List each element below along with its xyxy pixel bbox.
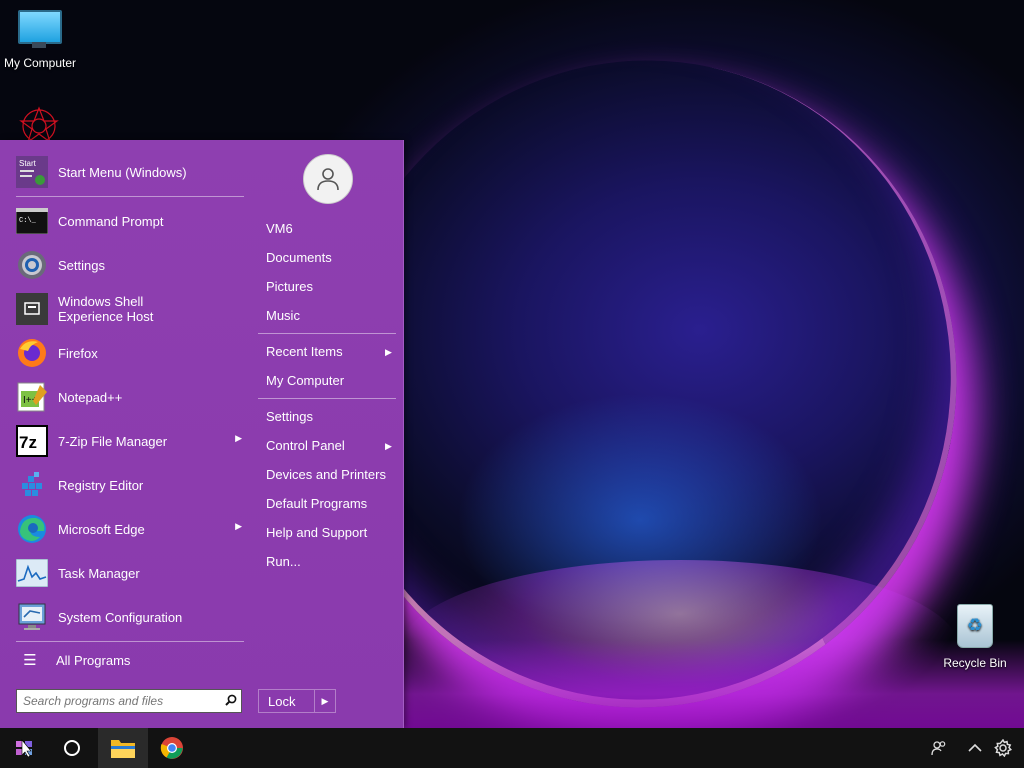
chrome-icon [160,737,183,759]
program-system-configuration[interactable]: System Configuration [8,595,244,639]
lock-options-arrow-icon[interactable]: ▶ [314,690,335,712]
program-label: Notepad++ [58,389,123,405]
registry-editor-icon [16,469,48,501]
people-icon[interactable] [924,728,954,768]
submenu-arrow-icon: ▶ [235,433,242,443]
lock-label: Lock [268,693,296,709]
cortana-circle-icon [64,740,80,756]
file-explorer-button[interactable] [98,728,148,768]
menu-item-music[interactable]: Music [266,308,300,323]
firefox-icon [16,337,48,369]
menu-item-documents[interactable]: Documents [266,250,332,265]
program-label: Firefox [58,345,98,361]
program-microsoft-edge[interactable]: Microsoft Edge ▶ [8,507,244,551]
recycle-bin-icon: ♻ [957,604,993,648]
my-computer-icon [18,10,62,48]
start-menu-programs: Start Start Menu (Windows) C:\_ Command … [8,150,244,676]
svg-text:C:\_: C:\_ [19,217,37,225]
lock-button[interactable]: Lock ▶ [258,689,336,713]
program-command-prompt[interactable]: C:\_ Command Prompt [8,199,244,243]
menu-item-help-support[interactable]: Help and Support [266,525,367,540]
menu-item-settings[interactable]: Settings [266,409,313,424]
task-manager-icon [16,557,48,589]
program-label: Task Manager [58,565,140,581]
start-menu-icon: Start [16,156,48,188]
command-prompt-icon: C:\_ [16,205,48,237]
menu-item-my-computer[interactable]: My Computer [266,373,344,388]
menu-item-pictures[interactable]: Pictures [266,279,313,294]
settings-gear-tray-icon[interactable] [988,728,1018,768]
submenu-arrow-icon: ▶ [385,441,392,451]
svg-text:Start: Start [19,159,37,168]
program-notepad-plus-plus[interactable]: I++ Notepad++ [8,375,244,419]
notepad-plus-plus-icon: I++ [16,381,48,413]
menu-item-devices-printers[interactable]: Devices and Printers [266,467,386,482]
program-settings[interactable]: Settings [8,243,244,287]
program-registry-editor[interactable]: Registry Editor [8,463,244,507]
program-task-manager[interactable]: Task Manager [8,551,244,595]
system-configuration-icon [16,601,48,633]
programs-divider [16,196,244,197]
program-label: Settings [58,257,105,273]
all-programs-divider [16,641,244,642]
menu-item-control-panel[interactable]: Control Panel [266,438,345,453]
program-label: Command Prompt [58,213,164,229]
program-firefox[interactable]: Firefox [8,331,244,375]
star-ornament-icon [19,106,59,144]
program-label: Start Menu (Windows) [58,164,187,180]
desktop-icon-recycle-bin[interactable]: ♻ Recycle Bin [935,604,1015,670]
desktop-icon-label: My Computer [3,56,77,70]
submenu-arrow-icon: ▶ [235,521,242,531]
search-programs-box[interactable] [16,689,242,713]
settings-gear-icon [16,249,48,281]
user-avatar[interactable] [303,154,353,204]
search-icon[interactable] [221,694,241,709]
menu-item-default-programs[interactable]: Default Programs [266,496,367,511]
list-icon: ☰ [23,652,37,669]
all-programs-button[interactable]: ☰ All Programs [8,644,244,676]
program-label: Windows Shell Experience Host [58,294,154,324]
start-button[interactable] [0,728,48,768]
chrome-button[interactable] [148,728,196,768]
menu-item-run[interactable]: Run... [266,554,301,569]
right-divider [258,398,396,399]
submenu-arrow-icon: ▶ [385,347,392,357]
right-divider [258,333,396,334]
user-icon [317,168,339,191]
taskbar [0,728,1024,768]
program-start-menu-windows[interactable]: Start Start Menu (Windows) [8,150,244,194]
program-label: Registry Editor [58,477,144,493]
shell-host-icon [16,293,48,325]
search-input[interactable] [17,693,221,709]
svg-text:7z: 7z [19,433,37,452]
start-menu: Start Start Menu (Windows) C:\_ Command … [0,140,404,728]
all-programs-label: All Programs [56,652,131,668]
program-label: System Configuration [58,609,183,625]
desktop-icon-my-computer[interactable]: My Computer [0,10,80,70]
folder-icon [111,740,135,758]
wallpaper-bottom-glow [400,640,1024,728]
show-hidden-icons-chevron-icon[interactable] [960,728,990,768]
program-windows-shell-experience-host[interactable]: Windows Shell Experience Host [8,287,244,331]
desktop-icon-label: Recycle Bin [943,656,1007,670]
program-label: 7-Zip File Manager [58,433,168,449]
menu-item-recent-items[interactable]: Recent Items [266,344,343,359]
edge-icon [16,513,48,545]
program-7zip-file-manager[interactable]: 7z 7-Zip File Manager ▶ [8,419,244,463]
start-icon [16,739,32,758]
search-circle-button[interactable] [48,728,96,768]
program-label: Microsoft Edge [58,521,145,537]
menu-item-user-folder[interactable]: VM6 [266,221,293,236]
7zip-icon: 7z [16,425,48,457]
